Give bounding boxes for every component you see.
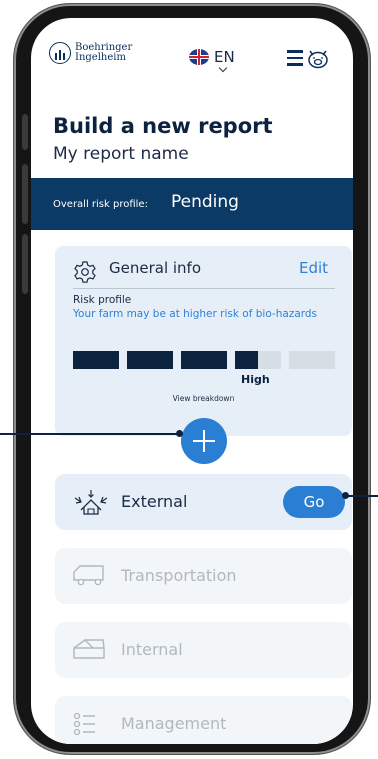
top-bar: Boehringer Ingelheim EN bbox=[31, 18, 353, 88]
truck-icon bbox=[73, 565, 104, 586]
gear-icon bbox=[74, 261, 96, 283]
section-label: Internal bbox=[121, 640, 183, 659]
view-breakdown-link[interactable]: View breakdown bbox=[55, 394, 352, 403]
risk-meter-segment bbox=[127, 351, 173, 369]
risk-profile-label: Risk profile bbox=[73, 294, 132, 306]
brand-logo[interactable]: Boehringer Ingelheim bbox=[49, 42, 132, 64]
overall-risk-value: Pending bbox=[171, 192, 239, 212]
phone-side-button bbox=[22, 114, 28, 150]
phone-side-button bbox=[22, 164, 28, 224]
section-label: Management bbox=[121, 714, 227, 733]
risk-level-text: High bbox=[241, 373, 270, 386]
uk-flag-icon[interactable] bbox=[189, 49, 209, 65]
risk-meter-fill bbox=[73, 351, 119, 369]
language-selector[interactable]: EN bbox=[214, 48, 235, 66]
risk-meter-segment bbox=[73, 351, 119, 369]
divider bbox=[73, 288, 335, 289]
overall-risk-label: Overall risk profile: bbox=[53, 199, 148, 210]
overall-risk-banner: Overall risk profile: Pending bbox=[31, 178, 353, 230]
callout-dot bbox=[342, 492, 349, 499]
general-info-title: General info bbox=[109, 259, 202, 277]
callout-line bbox=[345, 495, 378, 497]
risk-meter-segment bbox=[289, 351, 335, 369]
risk-level-meter bbox=[73, 351, 337, 369]
brand-mark-icon bbox=[49, 42, 71, 64]
risk-meter-segment bbox=[181, 351, 227, 369]
section-label: External bbox=[121, 492, 188, 511]
go-button[interactable]: Go bbox=[283, 486, 345, 518]
section-management[interactable]: Management bbox=[55, 696, 352, 744]
pig-profile-icon[interactable] bbox=[306, 47, 330, 69]
phone-frame: Boehringer Ingelheim EN Build a new repo… bbox=[14, 4, 370, 754]
risk-message: Your farm may be at higher risk of bio-h… bbox=[73, 308, 318, 320]
checklist-icon bbox=[73, 712, 95, 736]
phone-side-button bbox=[22, 234, 28, 294]
section-label: Transportation bbox=[121, 566, 237, 585]
risk-meter-segment bbox=[235, 351, 281, 369]
risk-meter-fill bbox=[181, 351, 227, 369]
barn-icon bbox=[73, 639, 105, 659]
callout-line bbox=[0, 433, 180, 435]
biosecurity-external-icon bbox=[74, 490, 108, 515]
callout-dot bbox=[176, 430, 183, 437]
app-screen: Boehringer Ingelheim EN Build a new repo… bbox=[31, 18, 353, 744]
risk-meter-fill bbox=[235, 351, 258, 369]
risk-meter-fill bbox=[127, 351, 173, 369]
brand-name-line2: Ingelheim bbox=[75, 52, 126, 63]
page-title: Build a new report bbox=[53, 114, 273, 138]
section-transportation[interactable]: Transportation bbox=[55, 548, 352, 604]
report-name: My report name bbox=[53, 144, 189, 164]
hamburger-menu-icon[interactable] bbox=[287, 50, 303, 70]
general-info-card: General info Edit Risk profile Your farm… bbox=[55, 246, 352, 436]
section-internal[interactable]: Internal bbox=[55, 622, 352, 678]
add-button[interactable] bbox=[181, 418, 227, 464]
edit-link[interactable]: Edit bbox=[299, 259, 328, 277]
section-external[interactable]: External Go bbox=[55, 474, 352, 530]
